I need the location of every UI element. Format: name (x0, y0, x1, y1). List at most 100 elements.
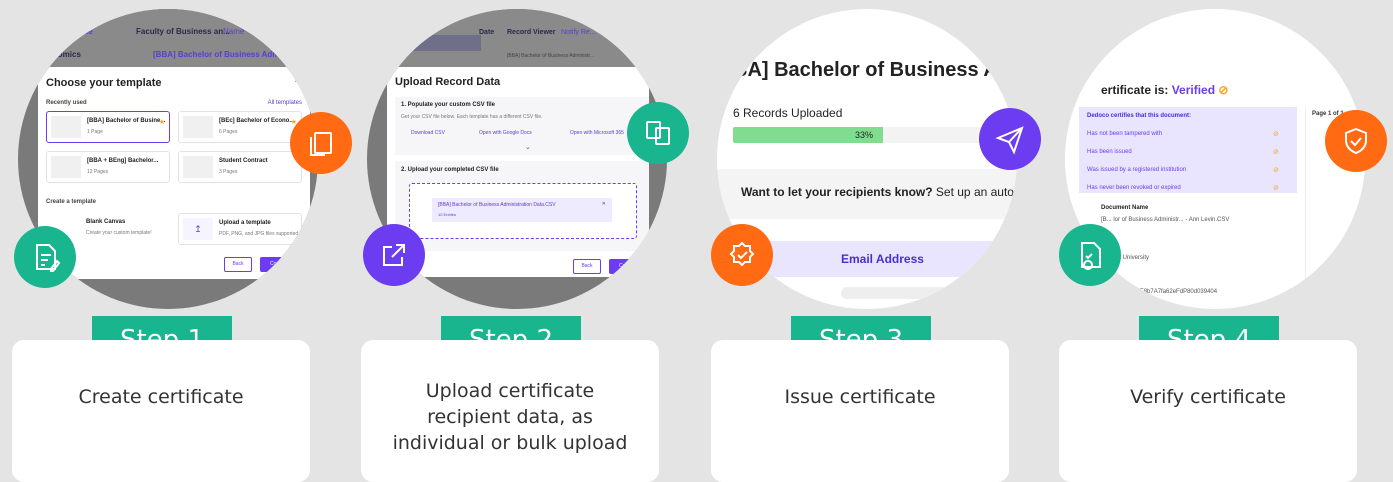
date-column: Date (479, 29, 495, 36)
step-1: rate Faculty of Business an... Name onom… (12, 0, 352, 482)
email-placeholder (841, 287, 957, 299)
chevron-down-icon: ⌄ (525, 144, 531, 151)
choose-template-modal: Choose your template ✕ Recently used All… (38, 67, 310, 279)
upload-csv-section: 2. Upload your completed CSV file [BBA] … (395, 161, 649, 251)
remove-file-icon[interactable]: ✕ (602, 201, 606, 207)
continue-button[interactable]: Continue (609, 259, 649, 274)
record-viewer-tab[interactable]: Record Viewer (507, 29, 556, 36)
microsoft-365-link[interactable]: Open with Microsoft 365 (570, 130, 624, 136)
modal-title: Choose your template (46, 77, 162, 89)
download-csv-link[interactable]: Download CSV (411, 130, 445, 136)
records-uploaded: 6 Records Uploaded (733, 106, 843, 120)
populate-csv-section: 1. Populate your custom CSV file Get you… (395, 97, 649, 155)
s1-row-a: onomics (48, 50, 81, 59)
copy-pages-icon (290, 112, 352, 174)
star-icon[interactable]: ★ (159, 118, 165, 126)
template-thumbnail (183, 116, 213, 138)
section-heading: 2. Upload your completed CSV file (401, 167, 499, 173)
template-card[interactable]: [BEc] Bachelor of Econo... 6 Pages ★ (178, 111, 302, 143)
create-template-label: Create a template (46, 199, 97, 205)
panel-heading: Dedoco certifies that this document: (1087, 113, 1192, 119)
close-icon[interactable]: ✕ (294, 75, 302, 86)
store-address: 3F0Pe013eC7E8b7A7fa62eFdP80d039404 (1101, 289, 1218, 295)
s2-topbar: Date Record Viewer Notify Re... [BBA] Ba… (367, 9, 667, 67)
blank-canvas-title: Blank Canvas (86, 219, 126, 225)
template-pages: 1 Page (87, 129, 103, 135)
modal-title: Upload Record Data (395, 76, 501, 88)
all-templates-link[interactable]: All templates (268, 100, 302, 106)
s1-col-b: Faculty of Business an... (136, 27, 230, 36)
badge-check-icon (711, 224, 773, 286)
certification-panel: Dedoco certifies that this document: Has… (1079, 107, 1297, 193)
step-caption: Create certificate (78, 386, 244, 408)
copy-documents-icon (627, 102, 689, 164)
template-name: [BBA + BEng] Bachelor... (87, 158, 159, 164)
check-item: Has been issued (1087, 149, 1132, 155)
paper-plane-icon (979, 108, 1041, 170)
edit-document-icon (14, 226, 76, 288)
template-card[interactable]: [BBA] Bachelor of Busine... 1 Page ★ (46, 111, 170, 143)
email-column-header: Email Address (841, 252, 924, 266)
template-pages: 6 Pages (219, 129, 238, 135)
progress-label: 33% (855, 130, 874, 140)
step-card: Issue certificate (711, 340, 1009, 482)
step-caption: Verify certificate (1130, 386, 1286, 408)
status-prefix: ertificate is: (1101, 83, 1172, 97)
s1-col-a: rate (78, 27, 93, 36)
s1-col-c: Name (223, 27, 245, 36)
step-caption: Upload certificate recipient data, as in… (392, 380, 628, 454)
upload-icon: ↥ (183, 218, 213, 240)
upload-progress-bar: 33% (733, 127, 1017, 143)
notify-prompt-rest: Set up an automated ema (935, 185, 1017, 199)
upload-template-title: Upload a template (219, 220, 271, 226)
continue-button[interactable]: Continue (260, 257, 300, 272)
check-icon: ⊘ (1273, 131, 1279, 138)
uploaded-file: [BBA] Bachelor of Business Administratio… (432, 198, 612, 222)
notify-prompt-bold: Want to let your recipients know? (741, 185, 933, 199)
notify-prompt: Want to let your recipients know? Set up… (741, 185, 1017, 199)
verified-status: Verified (1171, 83, 1216, 97)
step-card: Create certificate (12, 340, 310, 482)
step-caption: Issue certificate (784, 386, 936, 408)
s2-topbar-block (401, 35, 481, 51)
template-name: [BBA] Bachelor of Busine... (87, 118, 166, 124)
notify-tab[interactable]: Notify Re... (561, 29, 596, 36)
template-card[interactable]: [BBA + BEng] Bachelor... 12 Pages (46, 151, 170, 183)
step-4: ertificate is: Verified ⊘ Dedoco certifi… (1059, 0, 1387, 482)
check-item: Was issued by a registered institution (1087, 167, 1187, 173)
template-name: Student Contract (219, 158, 268, 164)
recently-used-label: Recently used (46, 100, 87, 106)
template-pages: 3 Pages (219, 169, 238, 175)
document-name-label: Document Name (1101, 205, 1149, 211)
step-card: Upload certificate recipient data, as in… (361, 340, 659, 482)
file-name: [BBA] Bachelor of Business Administratio… (438, 202, 556, 208)
back-button[interactable]: Back (573, 259, 601, 274)
step-2: Date Record Viewer Notify Re... [BBA] Ba… (361, 0, 689, 482)
section-heading: 1. Populate your custom CSV file (401, 102, 496, 108)
certificate-status: ertificate is: Verified ⊘ (1101, 83, 1228, 97)
section-description: Get your CSV file below. Each template h… (401, 114, 543, 120)
record-title: BA] Bachelor of Business Admi (733, 59, 1017, 81)
template-pages: 12 Pages (87, 169, 109, 175)
template-thumbnail (51, 116, 81, 138)
upload-template-option[interactable]: ↥ Upload a template PDF, PNG, and JPG fi… (178, 213, 302, 245)
recipient-name: vin (773, 284, 788, 296)
step-card: Verify certificate (1059, 340, 1357, 482)
s1-row-b: [BBA] Bachelor of Business Administr... (153, 50, 306, 59)
document-name-value: [B... lor of Business Administr... - Ann… (1101, 217, 1230, 223)
verified-check-icon: ⊘ (1218, 83, 1229, 97)
shield-check-icon (1325, 110, 1387, 172)
template-card[interactable]: Student Contract 3 Pages (178, 151, 302, 183)
check-item: Has not been tampered with (1087, 131, 1163, 137)
upload-template-subtitle: PDF, PNG, and JPG files supported (219, 231, 299, 237)
s2-row: [BBA] Bachelor of Business Administr... (507, 53, 594, 59)
file-dropzone[interactable]: [BBA] Bachelor of Business Administratio… (409, 183, 637, 239)
s1-topbar: rate Faculty of Business an... Name onom… (18, 9, 318, 69)
external-link-icon (363, 224, 425, 286)
step-3: BA] Bachelor of Business Admi 6 Records … (711, 0, 1041, 482)
google-docs-link[interactable]: Open with Google Docs (479, 130, 532, 136)
notify-recipients-banner: Want to let your recipients know? Set up… (717, 169, 1017, 219)
back-button[interactable]: Back (224, 257, 252, 272)
file-entries: 10 Entries (438, 212, 457, 217)
template-thumbnail (51, 156, 81, 178)
